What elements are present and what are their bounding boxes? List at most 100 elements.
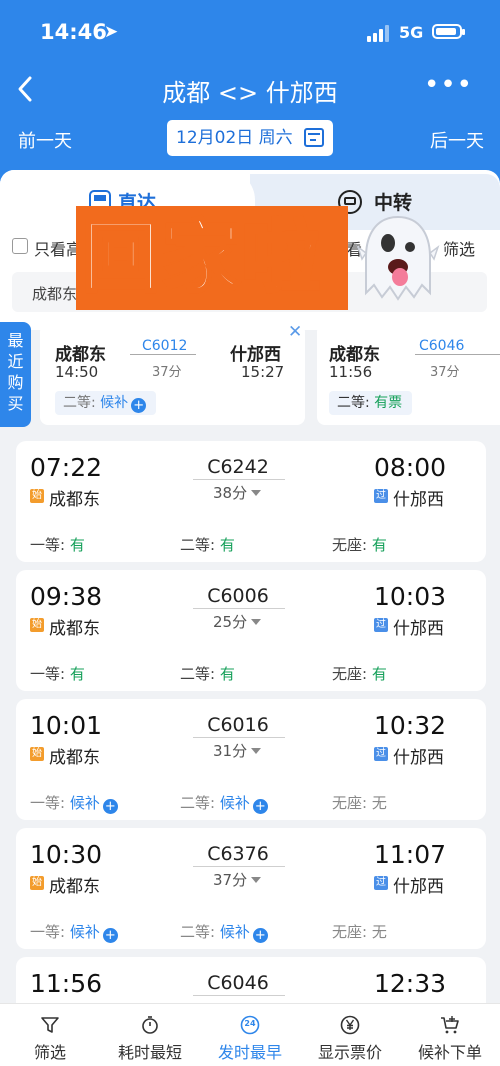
start-station-badge: 始 bbox=[30, 489, 44, 503]
high-speed-checkbox[interactable] bbox=[12, 238, 28, 254]
seat-second-class: 二等: 有 bbox=[180, 536, 235, 554]
recent-train-code: C6046 bbox=[419, 338, 465, 354]
waitlist-plus-icon: + bbox=[252, 799, 268, 814]
seat-second-class[interactable]: 二等: 候补 + bbox=[180, 921, 268, 943]
pass-station-badge: 过 bbox=[374, 618, 388, 632]
tab-transfer-label: 中转 bbox=[374, 192, 413, 214]
arrival-time: 10:03 bbox=[373, 582, 446, 611]
seat-first-class: 一等: 有 bbox=[30, 665, 85, 683]
current-date: 12月02日 周六 bbox=[176, 128, 293, 148]
close-icon[interactable]: ✕ bbox=[288, 322, 302, 342]
recent-route-line bbox=[130, 354, 196, 355]
to-station: 什邡西 bbox=[393, 748, 444, 768]
seat-first-class: 一等: 有 bbox=[30, 536, 85, 554]
recent-purchase-tab[interactable]: 最近购买 bbox=[0, 322, 31, 427]
start-station-badge: 始 bbox=[30, 618, 44, 632]
date-selector: 前一天 12月02日 周六 后一天 bbox=[0, 118, 500, 158]
arrival-time: 10:32 bbox=[373, 711, 446, 740]
station-chip-from[interactable]: 成都东 bbox=[32, 283, 77, 304]
seat-second-class: 二等: 有 bbox=[180, 665, 235, 683]
route-line bbox=[193, 608, 285, 609]
bottom-toolbar: 筛选 耗时最短 24 发时最早 显示票价 候补下单 bbox=[0, 1003, 500, 1066]
recent-seat-info[interactable]: 二等: 候补 + bbox=[55, 391, 157, 415]
waitlist-plus-icon: + bbox=[102, 799, 118, 814]
status-time: 14:46 bbox=[40, 20, 107, 44]
to-station: 什邡西 bbox=[393, 490, 444, 510]
departure-time: 11:56 bbox=[30, 969, 103, 998]
seat-no-seat: 无座: 无 bbox=[332, 923, 387, 941]
recent-arr-time: 15:27 bbox=[241, 363, 285, 381]
to-station: 什邡西 bbox=[393, 619, 444, 639]
train-code: C6046 bbox=[207, 972, 269, 994]
to-station: 什邡西 bbox=[393, 877, 444, 897]
recent-from: 成都东 bbox=[329, 345, 380, 365]
arrival-time: 08:00 bbox=[373, 453, 446, 482]
route-line bbox=[193, 737, 285, 738]
departure-time: 10:01 bbox=[30, 711, 103, 740]
date-picker[interactable]: 12月02日 周六 bbox=[167, 120, 333, 156]
recent-to: 什邡西 bbox=[230, 345, 281, 365]
seat-label: 二等: bbox=[337, 395, 370, 411]
pass-station-badge: 过 bbox=[374, 747, 388, 761]
more-button[interactable]: ••• bbox=[424, 70, 473, 100]
recent-purchase-label: 最近购买 bbox=[7, 331, 24, 413]
recent-from: 成都东 bbox=[55, 345, 106, 365]
sticker-text: 回家啦 bbox=[80, 212, 323, 305]
filter-button[interactable]: 筛选 bbox=[443, 236, 475, 260]
train-card[interactable]: 10:30 C6376 37分 11:07 始 成都东 过 什邡西 一等: 候补… bbox=[16, 828, 486, 949]
prev-day-button[interactable]: 前一天 bbox=[18, 127, 72, 153]
pass-station-badge: 过 bbox=[374, 876, 388, 890]
waitlist-order-tab[interactable]: 候补下单 bbox=[400, 1004, 500, 1066]
seat-value: 有票 bbox=[374, 395, 403, 411]
yen-icon bbox=[340, 1015, 360, 1035]
battery-icon bbox=[432, 24, 465, 39]
waitlist-plus-icon: + bbox=[131, 398, 147, 413]
signal-icon bbox=[367, 24, 391, 42]
duration[interactable]: 37分 bbox=[213, 869, 261, 890]
train-code: C6006 bbox=[207, 585, 269, 607]
train-card[interactable]: 09:38 C6006 25分 10:03 始 成都东 过 什邡西 一等: 有 … bbox=[16, 570, 486, 691]
duration[interactable]: 25分 bbox=[213, 611, 261, 632]
sticker-overlay: 回家啦 bbox=[76, 206, 348, 310]
recent-card[interactable]: 成都东 11:56 C6046 37分 二等: 有票 bbox=[317, 324, 500, 425]
show-price-tab[interactable]: 显示票价 bbox=[300, 1004, 400, 1066]
duration[interactable]: 31分 bbox=[213, 740, 261, 761]
cart-plus-icon bbox=[441, 1016, 459, 1034]
departure-time: 07:22 bbox=[30, 453, 103, 482]
start-station-badge: 始 bbox=[30, 876, 44, 890]
next-day-button[interactable]: 后一天 bbox=[430, 127, 484, 153]
start-station-badge: 始 bbox=[30, 747, 44, 761]
duration[interactable]: 38分 bbox=[213, 482, 261, 503]
recent-train-code: C6012 bbox=[142, 338, 188, 354]
recent-seat-info[interactable]: 二等: 有票 bbox=[329, 391, 413, 415]
sort-shortest-tab[interactable]: 耗时最短 bbox=[100, 1004, 200, 1066]
seat-first-class[interactable]: 一等: 候补 + bbox=[30, 792, 118, 814]
location-arrow-icon: ➤ bbox=[104, 22, 119, 42]
recent-duration: 37分 bbox=[430, 365, 460, 380]
route-line bbox=[193, 479, 285, 480]
seat-no-seat: 无座: 无 bbox=[332, 794, 387, 812]
recent-route-line bbox=[415, 354, 500, 355]
ghost-emoji-icon bbox=[356, 215, 440, 301]
seat-second-class[interactable]: 二等: 候补 + bbox=[180, 792, 268, 814]
route-line bbox=[193, 995, 285, 996]
calendar-icon bbox=[304, 128, 324, 147]
recent-card[interactable]: 成都东 14:50 C6012 37分 什邡西 15:27 二等: 候补 + bbox=[40, 324, 305, 425]
from-station: 成都东 bbox=[49, 748, 100, 768]
status-bar: 14:46 ➤ 5G bbox=[0, 0, 500, 66]
funnel-icon bbox=[41, 1017, 59, 1033]
filter-tab[interactable]: 筛选 bbox=[0, 1004, 100, 1066]
train-code: C6376 bbox=[207, 843, 269, 865]
high-speed-label: 只看高 bbox=[34, 240, 83, 259]
train-card[interactable]: 07:22 C6242 38分 08:00 始 成都东 过 什邡西 一等: 有 … bbox=[16, 441, 486, 562]
recent-dep-time: 14:50 bbox=[55, 363, 99, 381]
departure-time: 09:38 bbox=[30, 582, 103, 611]
train-card[interactable]: 10:01 C6016 31分 10:32 始 成都东 过 什邡西 一等: 候补… bbox=[16, 699, 486, 820]
seat-value: 候补 bbox=[100, 395, 129, 411]
departure-time: 10:30 bbox=[30, 840, 103, 869]
seat-no-seat: 无座: 有 bbox=[332, 665, 387, 683]
seat-first-class[interactable]: 一等: 候补 + bbox=[30, 921, 118, 943]
arrival-time: 12:33 bbox=[373, 969, 446, 998]
network-type: 5G bbox=[399, 23, 424, 42]
sort-earliest-tab[interactable]: 24 发时最早 bbox=[200, 1004, 300, 1066]
